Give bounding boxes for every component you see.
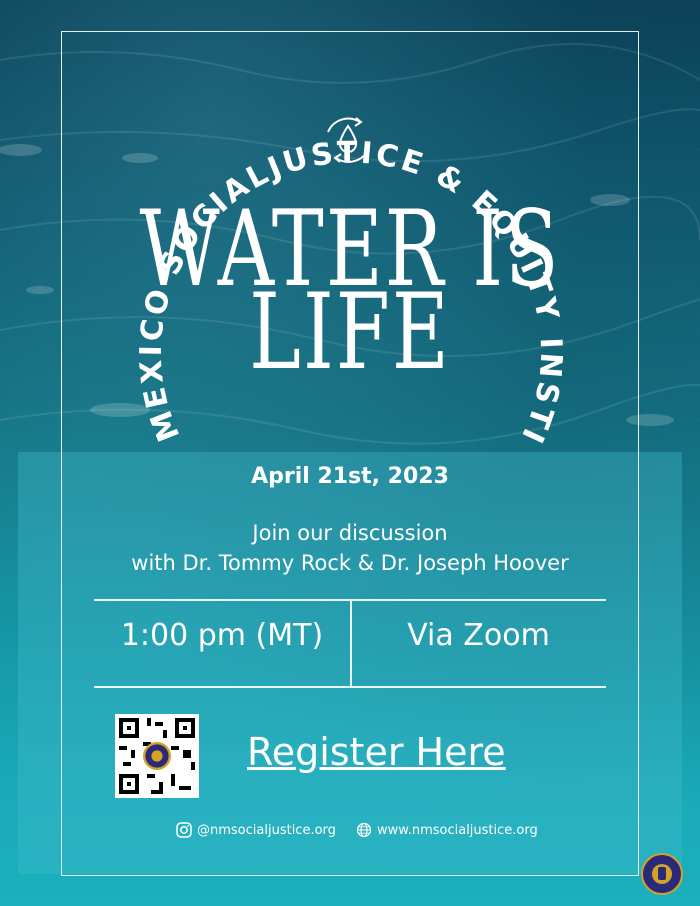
instagram-text: @nmsocialjustice.org [197, 822, 336, 838]
instagram-handle[interactable]: @nmsocialjustice.org [176, 822, 336, 838]
website-link[interactable]: www.nmsocialjustice.org [356, 822, 538, 838]
register-link[interactable]: Register Here [247, 730, 506, 774]
website-text: www.nmsocialjustice.org [377, 822, 538, 838]
event-description: Join our discussion with Dr. Tommy Rock … [0, 518, 700, 578]
divider-bottom [94, 686, 606, 688]
globe-icon [356, 822, 372, 838]
description-line-1: Join our discussion [252, 521, 448, 545]
qr-code[interactable] [115, 714, 199, 798]
instagram-icon [176, 822, 192, 838]
event-time: 1:00 pm (MT) [120, 618, 324, 653]
event-location: Via Zoom [407, 618, 550, 653]
organization-logo [641, 853, 683, 895]
title-line-2: LIFE [249, 272, 451, 394]
event-date: April 21st, 2023 [251, 464, 449, 489]
fist-emblem-icon [652, 864, 672, 884]
description-line-2: with Dr. Tommy Rock & Dr. Joseph Hoover [131, 551, 569, 575]
